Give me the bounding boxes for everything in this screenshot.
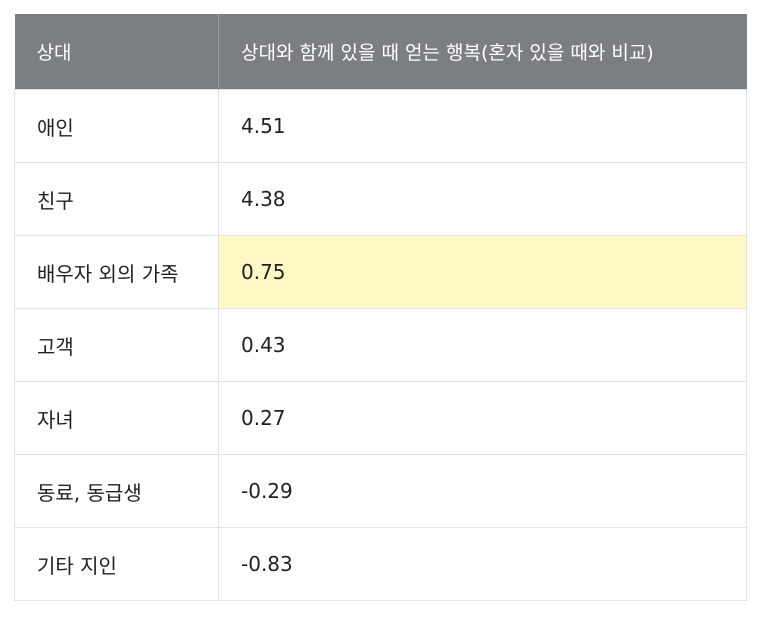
row-value-cell: -0.29 [218, 454, 747, 528]
row-partner-cell: 애인 [14, 89, 219, 163]
table-body: 애인 4.51 친구 4.38 배우자 외의 가족 0.75 고객 0.43 자… [14, 89, 747, 601]
table-row: 자녀 0.27 [14, 381, 747, 455]
row-value-cell: -0.83 [218, 527, 747, 601]
table-row: 고객 0.43 [14, 308, 747, 382]
table-row: 친구 4.38 [14, 162, 747, 236]
table-row: 기타 지인 -0.83 [14, 527, 747, 601]
header-partner: 상대 [14, 14, 219, 90]
happiness-table: 상대 상대와 함께 있을 때 얻는 행복(혼자 있을 때와 비교) 애인 4.5… [14, 14, 747, 601]
row-partner-cell: 고객 [14, 308, 219, 382]
header-row: 상대 상대와 함께 있을 때 얻는 행복(혼자 있을 때와 비교) [14, 14, 747, 90]
row-partner-cell: 기타 지인 [14, 527, 219, 601]
row-value-cell: 4.38 [218, 162, 747, 236]
row-partner-cell: 동료, 동급생 [14, 454, 219, 528]
row-value-cell: 0.43 [218, 308, 747, 382]
header-happiness: 상대와 함께 있을 때 얻는 행복(혼자 있을 때와 비교) [218, 14, 747, 90]
table-header: 상대 상대와 함께 있을 때 얻는 행복(혼자 있을 때와 비교) [14, 14, 747, 90]
row-partner-cell: 친구 [14, 162, 219, 236]
row-value-cell: 0.27 [218, 381, 747, 455]
happiness-table-container: 상대 상대와 함께 있을 때 얻는 행복(혼자 있을 때와 비교) 애인 4.5… [14, 14, 747, 601]
row-value-cell: 4.51 [218, 89, 747, 163]
table-row: 애인 4.51 [14, 89, 747, 163]
table-row: 동료, 동급생 -0.29 [14, 454, 747, 528]
row-value-cell-highlighted: 0.75 [218, 235, 747, 309]
row-partner-cell: 자녀 [14, 381, 219, 455]
table-row: 배우자 외의 가족 0.75 [14, 235, 747, 309]
row-partner-cell: 배우자 외의 가족 [14, 235, 219, 309]
